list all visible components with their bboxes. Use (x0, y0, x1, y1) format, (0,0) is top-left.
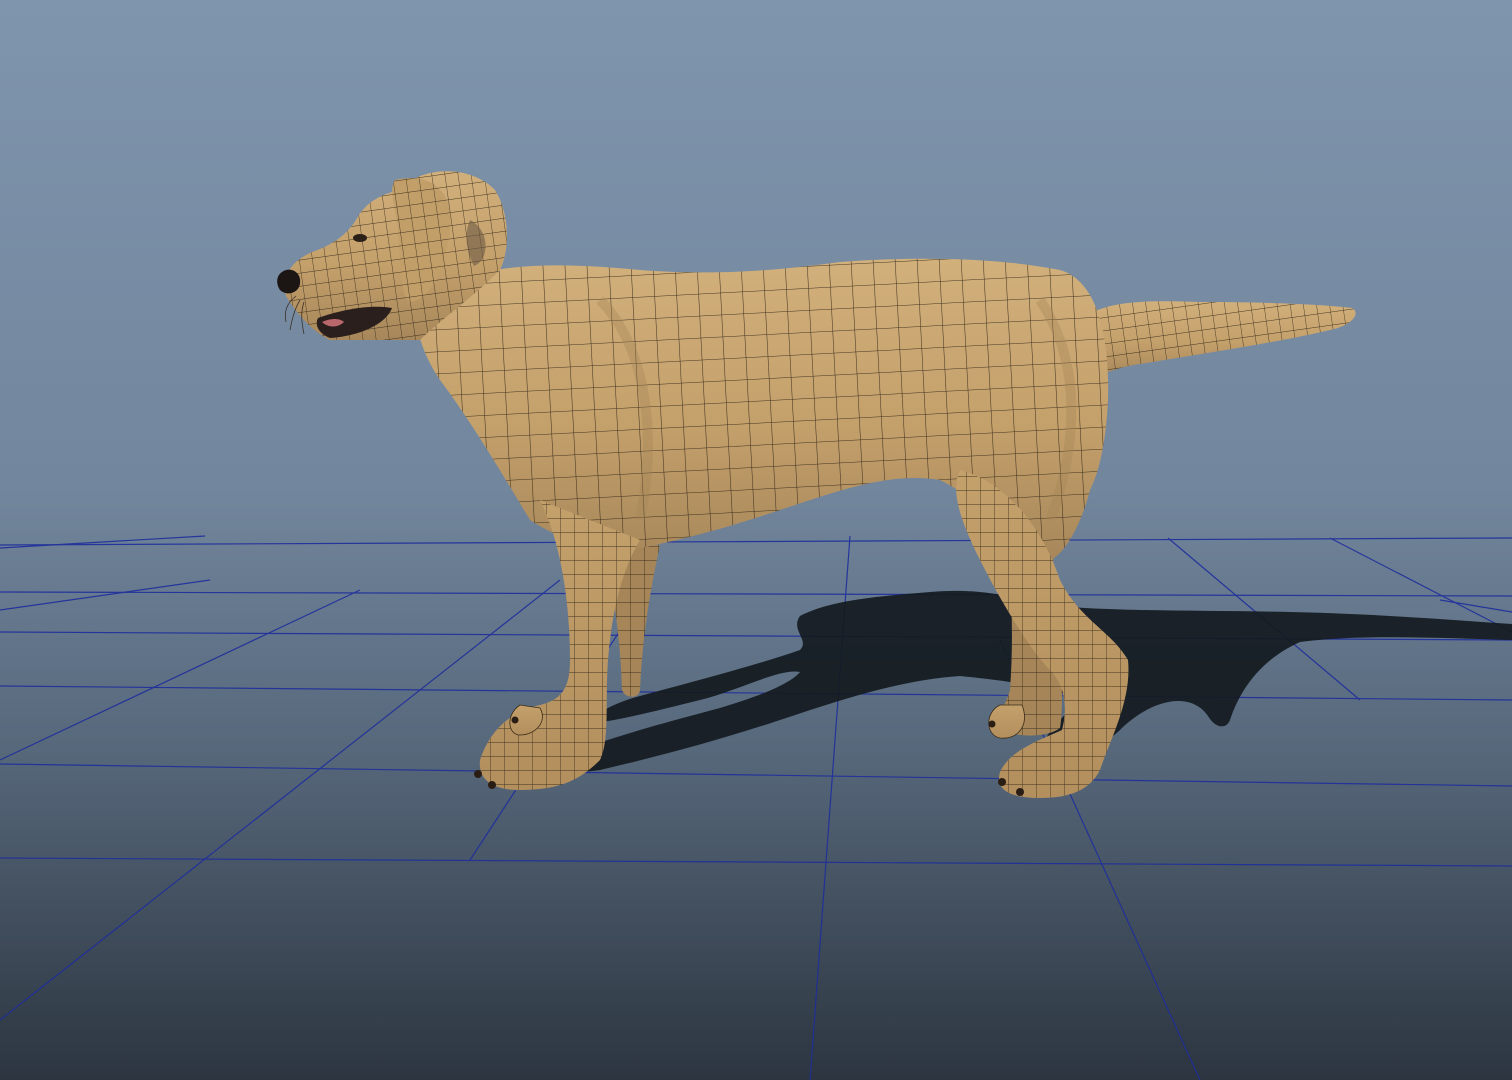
dog-eye (353, 234, 367, 242)
claw (511, 716, 519, 724)
dog-nose (277, 269, 301, 294)
claw (488, 781, 496, 789)
3d-viewport[interactable] (0, 0, 1512, 1080)
viewport-background (0, 0, 1512, 1080)
claw (1016, 788, 1024, 796)
claw (998, 778, 1006, 786)
viewport-canvas[interactable] (0, 0, 1512, 1080)
claw (474, 770, 482, 778)
claw (988, 720, 996, 728)
